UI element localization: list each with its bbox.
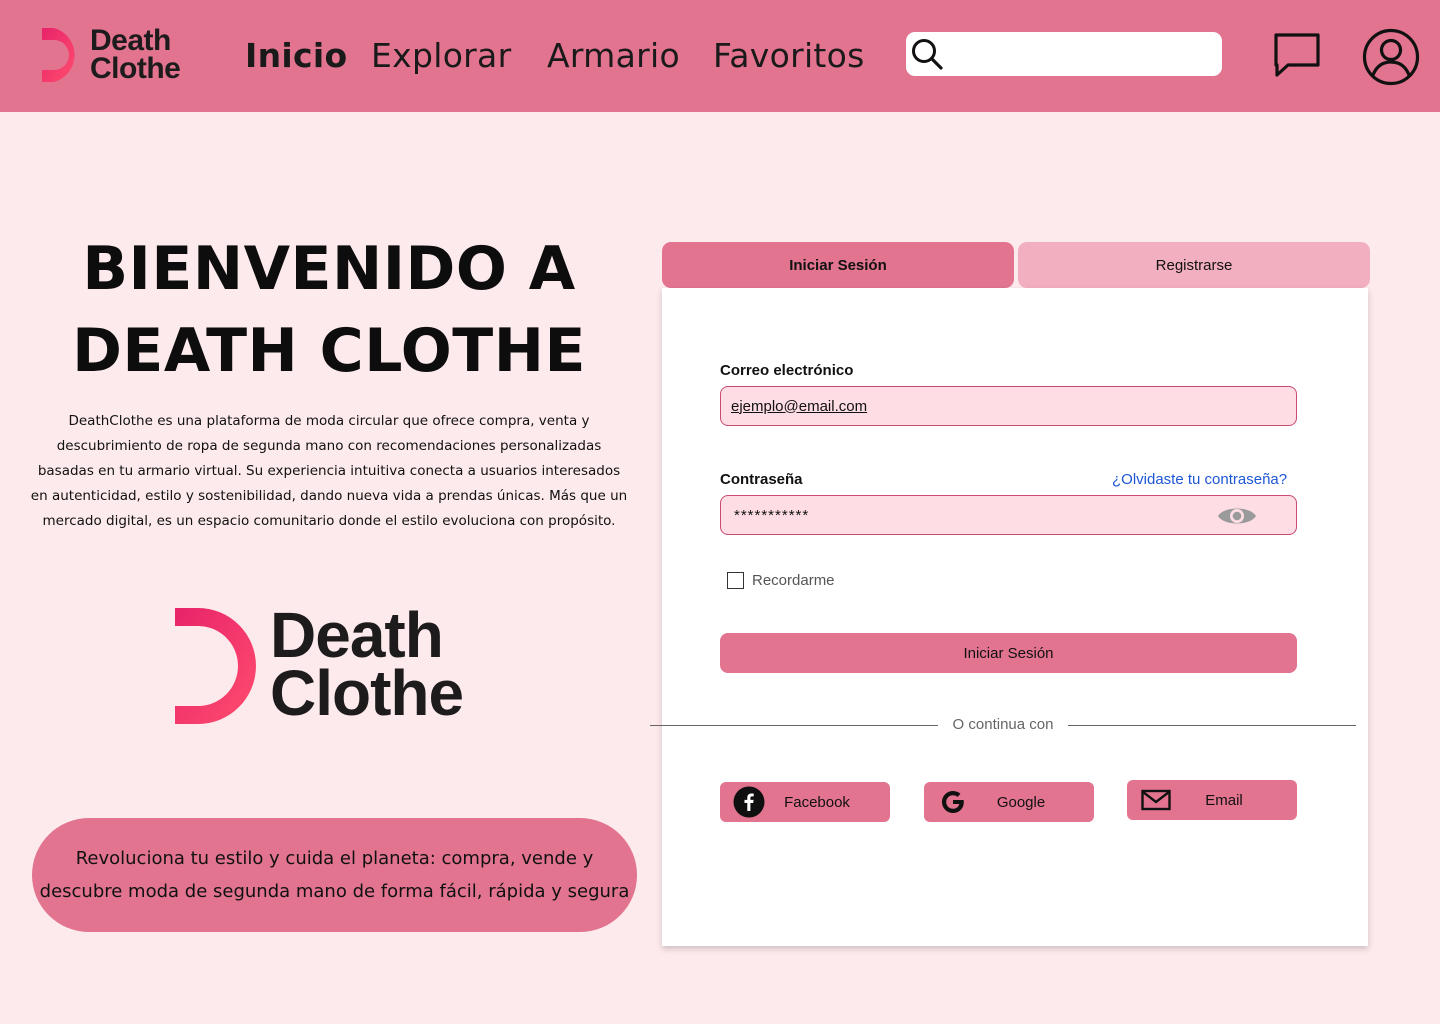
search-bar[interactable] [906, 32, 1222, 76]
chat-icon[interactable] [1272, 32, 1322, 78]
user-icon[interactable] [1362, 28, 1420, 86]
divider-text: O continua con [952, 716, 1054, 733]
email-label-social: Email [1205, 791, 1243, 809]
hero-title: BIENVENIDO A DEATH CLOTHE [30, 228, 628, 392]
search-icon[interactable] [910, 37, 944, 71]
facebook-label: Facebook [784, 793, 850, 811]
brand-logo[interactable]: Death Clothe [40, 24, 181, 85]
facebook-icon [732, 786, 766, 818]
hero-title-line2: DEATH CLOTHE [72, 316, 586, 386]
tab-login[interactable]: Iniciar Sesión [662, 242, 1014, 288]
hero-title-line1: BIENVENIDO A [82, 234, 576, 304]
email-label: Correo electrónico [720, 362, 854, 379]
divider-line-right [1068, 725, 1356, 726]
hero-description: DeathClothe es una plataforma de moda ci… [30, 413, 628, 529]
top-navbar: Death Clothe Inicio Explorar Armario Fav… [0, 0, 1440, 112]
remember-checkbox[interactable] [727, 572, 744, 589]
brand-logo-line2: Clothe [90, 52, 181, 85]
logo-d-icon [175, 608, 256, 724]
google-label: Google [996, 793, 1046, 811]
tab-register[interactable]: Registrarse [1018, 242, 1370, 288]
eye-icon[interactable] [1216, 503, 1258, 529]
nav-inicio[interactable]: Inicio [245, 36, 347, 75]
brand-logo-line1: Death [90, 24, 171, 57]
search-input[interactable] [950, 34, 1222, 74]
password-field[interactable]: *********** [720, 495, 1297, 535]
hero-logo-text: Death Clothe [270, 599, 464, 729]
hero-logo: Death Clothe [172, 599, 464, 729]
email-login-button[interactable]: Email [1127, 780, 1297, 820]
login-submit-button[interactable]: Iniciar Sesión [720, 633, 1297, 673]
email-field[interactable]: ejemplo@email.com [720, 386, 1297, 426]
google-icon [936, 788, 970, 816]
facebook-login-button[interactable]: Facebook [720, 782, 890, 822]
slogan-text: Revoluciona tu estilo y cuida el planeta… [39, 848, 630, 902]
nav-explorar[interactable]: Explorar [371, 36, 511, 75]
remember-me[interactable]: Recordarme [727, 572, 835, 589]
slogan-banner: Revoluciona tu estilo y cuida el planeta… [32, 818, 637, 932]
divider-line-left [650, 725, 938, 726]
nav-armario[interactable]: Armario [547, 36, 680, 75]
hero-logo-line2: Clothe [270, 657, 464, 729]
google-login-button[interactable]: Google [924, 782, 1094, 822]
brand-logo-text: Death Clothe [90, 24, 181, 85]
nav-favoritos[interactable]: Favoritos [713, 36, 865, 75]
remember-label: Recordarme [752, 572, 835, 589]
hero-logo-line1: Death [270, 599, 444, 671]
logo-d-icon [42, 28, 75, 82]
mail-icon [1139, 789, 1173, 811]
email-value: ejemplo@email.com [731, 397, 868, 415]
password-label: Contraseña [720, 471, 803, 488]
password-value: *********** [734, 506, 810, 524]
forgot-password-link[interactable]: ¿Olvidaste tu contraseña? [1112, 471, 1287, 488]
